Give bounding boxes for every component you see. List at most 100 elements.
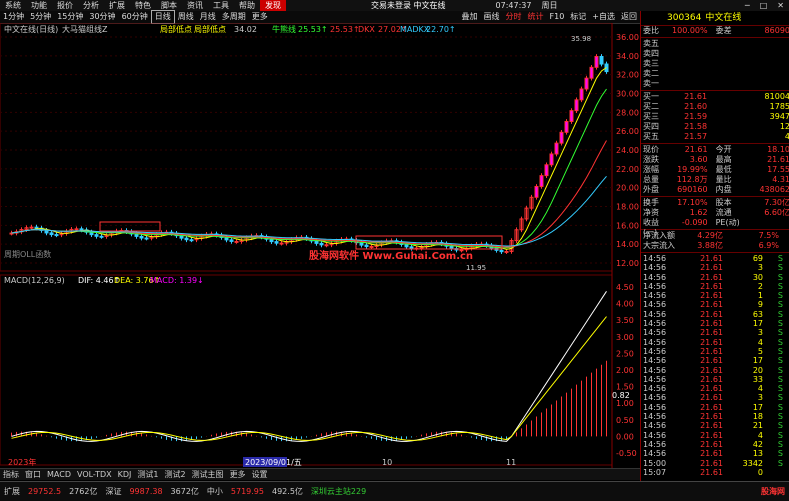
tab-settings[interactable]: 设置 — [249, 469, 271, 480]
tab-macd[interactable]: MACD — [44, 469, 74, 480]
tab-indicator[interactable]: 指标 — [0, 469, 22, 480]
mark-button[interactable]: 标记 — [567, 11, 589, 23]
tick-time: 14:56 — [643, 439, 667, 449]
tick-price: 21.61 — [700, 384, 723, 394]
sell-level: 卖三 — [643, 59, 659, 68]
tab-more[interactable]: 更多 — [227, 469, 249, 480]
ma-label-2-name: DKX — [358, 25, 375, 34]
menu-item-help[interactable]: 帮助 — [234, 0, 260, 11]
tab-vol-tdx[interactable]: VOL-TDX — [74, 469, 115, 480]
dea-line — [11, 316, 607, 441]
quote-label-2: 最低 — [715, 165, 732, 174]
back-button[interactable]: 返回 — [618, 11, 640, 23]
menu-item-quote[interactable]: 报价 — [52, 0, 78, 11]
tick-flag: S — [777, 263, 783, 273]
buy-row: 买四 21.58 12 — [641, 122, 789, 132]
y-tick-main: 14.00 — [616, 240, 639, 249]
tab-window[interactable]: 窗口 — [22, 469, 44, 480]
tab-kdj[interactable]: KDJ — [115, 469, 135, 480]
y-tick-main: 30.00 — [616, 90, 639, 99]
tick-time: 14:56 — [643, 421, 667, 431]
draw-button[interactable]: 画线 — [481, 11, 503, 23]
tick-flag: S — [777, 291, 783, 301]
close-icon[interactable]: ✕ — [772, 0, 789, 11]
quote-value-2: 6.60亿 — [764, 208, 789, 217]
menu-item-extend[interactable]: 扩展 — [104, 0, 130, 11]
menu-item-analysis[interactable]: 分析 — [78, 0, 104, 11]
sell-volume — [709, 59, 745, 69]
tick-price: 21.61 — [700, 281, 723, 291]
tick-flag: S — [777, 356, 783, 366]
tick-volume: 5 — [757, 346, 763, 356]
tick-price: 21.61 — [700, 449, 723, 459]
tick-flag — [763, 468, 783, 477]
kline-chart[interactable]: 36.00 34.00 32.00 30.00 28.00 26.00 24.00 22.00… — [0, 23, 640, 468]
tick-flag: S — [777, 254, 783, 263]
tick-volume: 4 — [757, 337, 763, 347]
tick-row: 14:56 21.61 3 S — [641, 328, 789, 337]
ratio-label: 委比 — [643, 26, 659, 35]
period-week[interactable]: 周线 — [175, 11, 197, 23]
fund-flow: 净流入额 4.29亿 7.5% 大宗流入 3.88亿 6.9% — [641, 231, 789, 251]
f10-button[interactable]: F10 — [547, 11, 568, 23]
period-1min[interactable]: 1分钟 — [0, 11, 27, 23]
indicator-label: 大马猫组线Z — [62, 24, 108, 34]
overlay-button[interactable]: 叠加 — [459, 11, 481, 23]
tick-row: 14:56 21.61 17 S — [641, 356, 789, 365]
sell-price — [669, 39, 709, 49]
minimize-icon[interactable]: ─ — [740, 0, 755, 11]
tab-test1[interactable]: 测试1 — [134, 469, 161, 480]
quote-label: 总量 — [643, 175, 659, 184]
candle-body — [449, 245, 454, 250]
tick-volume: 30 — [752, 272, 763, 282]
candle-body — [29, 226, 34, 229]
candle-body — [584, 77, 589, 90]
period-day[interactable]: 日线 — [150, 10, 175, 24]
tick-price: 21.61 — [700, 374, 723, 384]
tick-price: 21.61 — [700, 365, 723, 375]
maximize-icon[interactable]: □ — [755, 0, 773, 11]
tick-price: 21.61 — [700, 272, 723, 282]
period-15min[interactable]: 15分钟 — [54, 11, 86, 23]
tick-volume: 20 — [752, 365, 763, 375]
timeshare-button[interactable]: 分时 — [503, 11, 525, 23]
menu-item-system[interactable]: 系统 — [0, 0, 26, 11]
window-title: 交易未登录 中文在线 — [371, 1, 446, 10]
tab-test2[interactable]: 测试2 — [161, 469, 188, 480]
tick-flag: S — [777, 309, 783, 319]
menu-item-news[interactable]: 资讯 — [182, 0, 208, 11]
tick-flag: S — [777, 328, 783, 338]
sell-price — [669, 49, 709, 59]
period-more[interactable]: 更多 — [249, 11, 271, 23]
quote-value: -0.090 — [681, 218, 708, 227]
stats-button[interactable]: 统计 — [525, 11, 547, 23]
period-5min[interactable]: 5分钟 — [27, 11, 54, 23]
add-watch-button[interactable]: +自选 — [589, 11, 618, 23]
buy-price: 21.59 — [684, 112, 708, 121]
tick-volume: 3342 — [742, 458, 763, 468]
status-0[interactable]: 扩展 — [0, 482, 24, 501]
tab-test-main[interactable]: 测试主图 — [189, 469, 227, 480]
tick-list[interactable]: 14:56 21.61 69 S 14:56 21.61 3 S 14:56 21.61 30 S 14… — [641, 254, 789, 477]
menu-item-function[interactable]: 功能 — [26, 0, 52, 11]
menu-item-discover[interactable]: 发现 — [260, 0, 286, 11]
menu-item-tools[interactable]: 工具 — [208, 0, 234, 11]
tick-volume: 9 — [757, 300, 763, 310]
sell-orders: 卖五 卖四 卖三 卖二 卖一 — [641, 39, 789, 89]
quote-row: 涨跌 3.60 最高 21.61 — [641, 155, 789, 165]
period-60min[interactable]: 60分钟 — [119, 11, 151, 23]
quote-label: 换手 — [643, 198, 659, 207]
period-multi[interactable]: 多周期 — [219, 11, 249, 23]
tick-time: 14:56 — [643, 384, 667, 394]
tick-time: 14:56 — [643, 291, 667, 301]
y-tick-macd: 2.00 — [616, 366, 634, 375]
tick-volume: 3 — [757, 393, 763, 403]
tick-volume: 63 — [752, 309, 763, 319]
candle-body — [44, 229, 49, 234]
period-month[interactable]: 月线 — [197, 11, 219, 23]
annotation-box-2 — [99, 221, 161, 232]
candle-body — [569, 110, 574, 122]
period-30min[interactable]: 30分钟 — [86, 11, 118, 23]
candle-body — [314, 240, 319, 244]
candle-body — [324, 244, 329, 247]
